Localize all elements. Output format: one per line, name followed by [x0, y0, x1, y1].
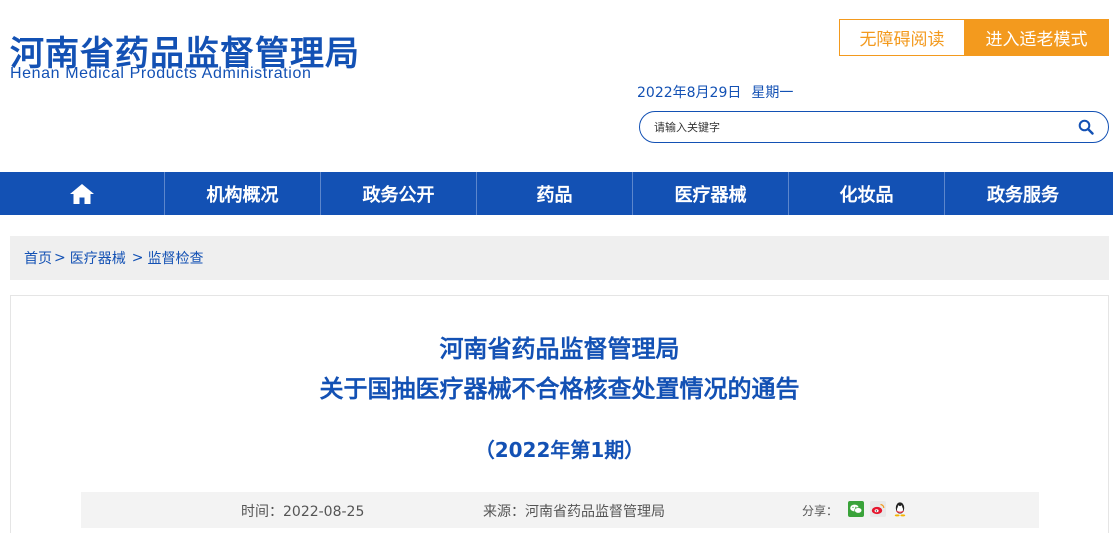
- breadcrumb: 首页 > 医疗器械 > 监督检查: [10, 236, 1109, 280]
- article-source-value: 河南省药品监督管理局: [525, 504, 665, 520]
- nav-government-services[interactable]: 政务服务: [945, 172, 1101, 215]
- article-source: 来源：河南省药品监督管理局: [483, 501, 665, 521]
- nav-home[interactable]: [0, 172, 165, 215]
- share-wechat-button[interactable]: [848, 501, 864, 517]
- breadcrumb-medical-devices[interactable]: 医疗器械: [70, 248, 126, 268]
- wechat-icon: [848, 501, 864, 517]
- breadcrumb-home[interactable]: 首页: [24, 248, 52, 268]
- breadcrumb-supervision-inspection[interactable]: 监督检查: [147, 248, 203, 268]
- share-label: 分享：: [802, 504, 839, 518]
- share-qq-button[interactable]: [892, 501, 908, 517]
- publish-time: 时间：2022-08-25: [241, 501, 364, 521]
- share-weibo-button[interactable]: [870, 501, 886, 517]
- qq-icon: [894, 502, 906, 517]
- nav-institution-overview[interactable]: 机构概况: [165, 172, 321, 215]
- search-button[interactable]: [1064, 112, 1108, 142]
- publish-time-label: 时间：: [241, 504, 283, 520]
- nav-medical-devices[interactable]: 医疗器械: [633, 172, 789, 215]
- breadcrumb-separator: >: [54, 250, 66, 266]
- article-title-line2: 关于国抽医疗器械不合格核查处置情况的通告: [319, 375, 800, 403]
- nav-cosmetics[interactable]: 化妆品: [789, 172, 945, 215]
- search-icon: [1078, 119, 1094, 135]
- nav-government-affairs-open[interactable]: 政务公开: [321, 172, 477, 215]
- date-text: 2022年8月29日: [637, 85, 742, 101]
- home-icon: [70, 183, 94, 204]
- article-container: 河南省药品监督管理局 关于国抽医疗器械不合格核查处置情况的通告 （2022年第1…: [10, 295, 1109, 533]
- weibo-icon: [870, 501, 886, 517]
- site-logo-subtitle[interactable]: Henan Medical Products Administration: [10, 65, 311, 83]
- article-meta-bar: 时间：2022-08-25 来源：河南省药品监督管理局 分享：: [81, 492, 1039, 528]
- article-source-label: 来源：: [483, 504, 525, 520]
- article-title-line1: 河南省药品监督管理局: [439, 335, 680, 363]
- search-box: [639, 111, 1109, 143]
- accessibility-reading-button[interactable]: 无障碍阅读: [839, 19, 965, 56]
- article-issue-number: （2022年第1期）: [474, 438, 645, 462]
- current-date: 2022年8月29日 星期一: [637, 82, 793, 102]
- nav-drugs[interactable]: 药品: [477, 172, 633, 215]
- main-nav: 机构概况 政务公开 药品 医疗器械 化妆品 政务服务: [0, 172, 1113, 215]
- breadcrumb-separator: >: [131, 250, 144, 266]
- elder-mode-button[interactable]: 进入适老模式: [964, 19, 1109, 56]
- publish-time-value: 2022-08-25: [283, 504, 365, 520]
- weekday-text: 星期一: [751, 85, 794, 101]
- share-icons: [848, 501, 908, 517]
- search-input[interactable]: [654, 112, 1064, 142]
- site-header: 河南省药品监督管理局 Henan Medical Products Admini…: [0, 0, 1113, 172]
